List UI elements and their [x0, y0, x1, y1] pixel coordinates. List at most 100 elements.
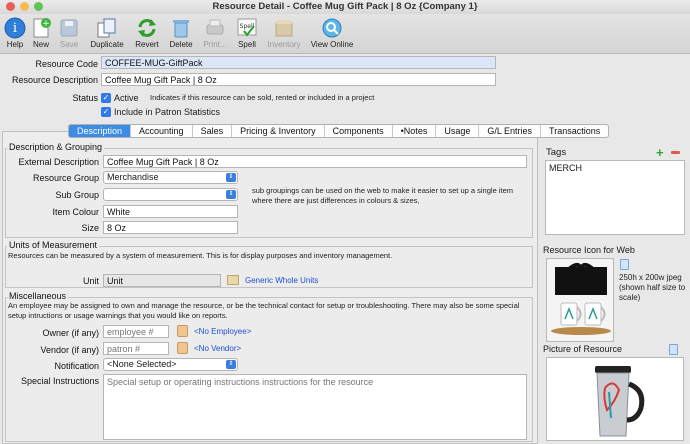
employee-lookup-icon[interactable] [177, 325, 188, 337]
picture-label: Picture of Resource [543, 344, 623, 354]
svg-text:i: i [13, 21, 17, 36]
delete-button[interactable]: Delete [168, 17, 194, 49]
close-window-button[interactable] [6, 2, 15, 11]
units-title: Units of Measurement [7, 240, 100, 250]
status-label: Status [72, 93, 98, 103]
vendor-input[interactable] [103, 342, 169, 355]
gift-box-mugs-icon [547, 259, 613, 341]
special-instructions-label: Special Instructions [20, 376, 99, 386]
unit-input[interactable] [103, 274, 221, 287]
globe-search-icon [321, 17, 343, 39]
miscellaneous-note: An employee may be assigned to own and m… [8, 301, 520, 320]
duplicate-icon [96, 17, 118, 39]
active-label: Active [114, 93, 139, 103]
trash-icon [170, 17, 192, 39]
resource-group-value: Merchandise [107, 172, 159, 182]
resource-icon-image[interactable] [546, 258, 614, 342]
resource-code-input[interactable] [101, 56, 496, 69]
tab-description[interactable]: Description [69, 125, 132, 137]
title-bar: Resource Detail - Coffee Mug Gift Pack |… [0, 0, 690, 14]
tags-list[interactable]: MERCH [545, 160, 685, 235]
units-note: Resources can be measured by a system of… [8, 251, 393, 260]
svg-text:+: + [42, 19, 50, 29]
unit-label: Unit [82, 276, 99, 286]
miscellaneous-title: Miscellaneous [7, 291, 69, 301]
spell-check-icon: Spell [236, 17, 258, 39]
notification-value: <None Selected> [107, 359, 177, 369]
tab-notes[interactable]: •Notes [393, 125, 437, 137]
active-note: Indicates if this resource can be sold, … [150, 93, 375, 102]
select-arrows-icon: ⇕ [226, 360, 236, 369]
owner-input[interactable] [103, 325, 169, 338]
spell-button[interactable]: Spell Spell [236, 17, 258, 49]
item-colour-input[interactable] [103, 205, 238, 218]
resource-icon-label: Resource Icon for Web [543, 245, 635, 255]
unit-lookup-icon[interactable] [227, 275, 239, 285]
resource-description-label: Resource Description [11, 75, 98, 85]
resource-picture-image[interactable] [546, 357, 684, 441]
revert-button[interactable]: Revert [134, 17, 160, 49]
tab-usage[interactable]: Usage [436, 125, 480, 137]
duplicate-button[interactable]: Duplicate [90, 17, 124, 49]
description-grouping-title: Description & Grouping [7, 142, 105, 152]
tab-components[interactable]: Components [325, 125, 393, 137]
select-arrows-icon: ⇕ [226, 173, 236, 182]
vendor-lookup-icon[interactable] [177, 342, 188, 354]
new-document-icon: + [30, 17, 52, 39]
select-arrows-icon: ⇕ [226, 190, 236, 199]
minimize-window-button[interactable] [20, 2, 29, 11]
help-icon: i [4, 17, 26, 39]
icon-size-note: 250h x 200w jpeg (shown half size to sca… [619, 273, 686, 302]
resource-description-input[interactable] [101, 73, 496, 86]
save-button[interactable]: Save [58, 17, 80, 49]
icon-delete-icon[interactable] [620, 259, 629, 270]
travel-mug-picture-icon [547, 358, 683, 440]
owner-label: Owner (if any) [42, 328, 99, 338]
external-description-label: External Description [18, 157, 99, 167]
vendor-link[interactable]: <No Vendor> [194, 344, 241, 353]
view-online-button[interactable]: View Online [310, 17, 354, 49]
resource-group-select[interactable]: Merchandise ⇕ [103, 171, 238, 184]
size-input[interactable] [103, 221, 238, 234]
printer-icon [204, 17, 226, 39]
toolbar: i Help + New Save Duplicate Revert Delet… [0, 14, 690, 54]
patron-statistics-label: Include in Patron Statistics [114, 107, 221, 117]
resource-code-label: Resource Code [35, 59, 98, 69]
revert-arrows-icon [136, 17, 158, 39]
zoom-window-button[interactable] [34, 2, 43, 11]
owner-link[interactable]: <No Employee> [194, 327, 251, 336]
new-button[interactable]: + New [30, 17, 52, 49]
print-button[interactable]: Print... [202, 17, 228, 49]
external-description-input[interactable] [103, 155, 527, 168]
sub-group-note: sub groupings can be used on the web to … [252, 186, 513, 205]
special-instructions-textarea[interactable] [103, 374, 527, 440]
size-label: Size [81, 223, 99, 233]
picture-delete-icon[interactable] [669, 344, 678, 355]
window-title: Resource Detail - Coffee Mug Gift Pack |… [212, 1, 478, 12]
active-checkbox[interactable]: ✓ [101, 93, 111, 103]
tab-pricing-inventory[interactable]: Pricing & Inventory [232, 125, 325, 137]
tab-accounting[interactable]: Accounting [131, 125, 193, 137]
sub-group-select[interactable]: ⇕ [103, 188, 238, 201]
sub-group-label: Sub Group [55, 190, 99, 200]
tags-label: Tags [546, 147, 567, 158]
remove-tag-icon[interactable] [671, 151, 680, 154]
notification-select[interactable]: <None Selected> ⇕ [103, 358, 238, 371]
add-tag-icon[interactable]: + [656, 145, 664, 160]
vendor-label: Vendor (if any) [40, 345, 99, 355]
tab-bar: Description Accounting Sales Pricing & I… [68, 124, 610, 138]
item-colour-label: Item Colour [52, 207, 99, 217]
inventory-box-icon [273, 17, 295, 39]
tab-sales[interactable]: Sales [193, 125, 233, 137]
resource-group-label: Resource Group [32, 173, 99, 183]
patron-statistics-checkbox[interactable]: ✓ [101, 107, 111, 117]
tab-transactions[interactable]: Transactions [541, 125, 608, 137]
tag-item[interactable]: MERCH [546, 161, 684, 175]
window-controls [6, 2, 43, 11]
inventory-button[interactable]: Inventory [266, 17, 302, 49]
tab-gl-entries[interactable]: G/L Entries [479, 125, 542, 137]
help-button[interactable]: i Help [4, 17, 26, 49]
notification-label: Notification [54, 361, 99, 371]
unit-link[interactable]: Generic Whole Units [245, 276, 318, 285]
save-disk-icon [58, 17, 80, 39]
